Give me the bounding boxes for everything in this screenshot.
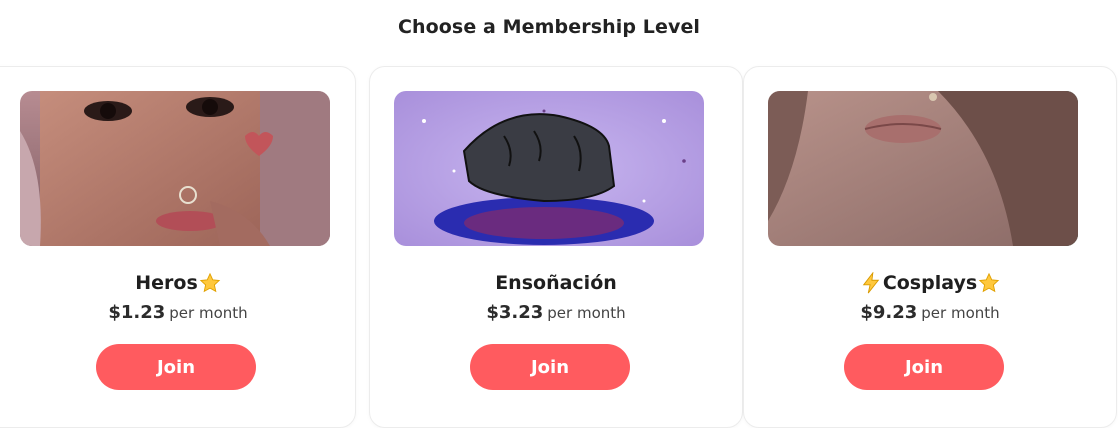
star-icon: [978, 272, 1000, 294]
lightning-icon: [860, 271, 882, 294]
price-period: per month: [169, 304, 248, 322]
join-button-cosplays[interactable]: Join: [844, 344, 1004, 390]
membership-cards: Heros $1.23 per month Join Ensoñación $3…: [0, 66, 1118, 428]
price-amount: $3.23: [486, 302, 544, 323]
tier-image-cosplays: [768, 91, 1078, 246]
join-button-ensonacion[interactable]: Join: [470, 344, 630, 390]
price-amount: $9.23: [860, 302, 918, 323]
tier-price-heros: $1.23 per month: [1, 302, 355, 323]
tier-title: Ensoñación: [495, 272, 617, 294]
tier-title: Heros: [135, 272, 198, 294]
page-title: Choose a Membership Level: [397, 16, 701, 38]
tier-price-ensonacion: $3.23 per month: [370, 302, 742, 323]
tier-image-heros: [20, 91, 330, 246]
tier-name-ensonacion: Ensoñación: [370, 272, 742, 294]
price-period: per month: [921, 304, 1000, 322]
tier-card-cosplays: Cosplays $9.23 per month Join: [743, 66, 1117, 428]
star-icon: [199, 272, 221, 294]
tier-title: Cosplays: [882, 272, 978, 294]
tier-name-heros: Heros: [1, 272, 355, 294]
join-button-heros[interactable]: Join: [96, 344, 256, 390]
tier-card-heros: Heros $1.23 per month Join: [0, 66, 356, 428]
tier-card-ensonacion: Ensoñación $3.23 per month Join: [369, 66, 743, 428]
tier-image-ensonacion: [394, 91, 704, 246]
price-period: per month: [547, 304, 626, 322]
tier-price-cosplays: $9.23 per month: [744, 302, 1116, 323]
tier-name-cosplays: Cosplays: [744, 271, 1116, 294]
price-amount: $1.23: [108, 302, 166, 323]
